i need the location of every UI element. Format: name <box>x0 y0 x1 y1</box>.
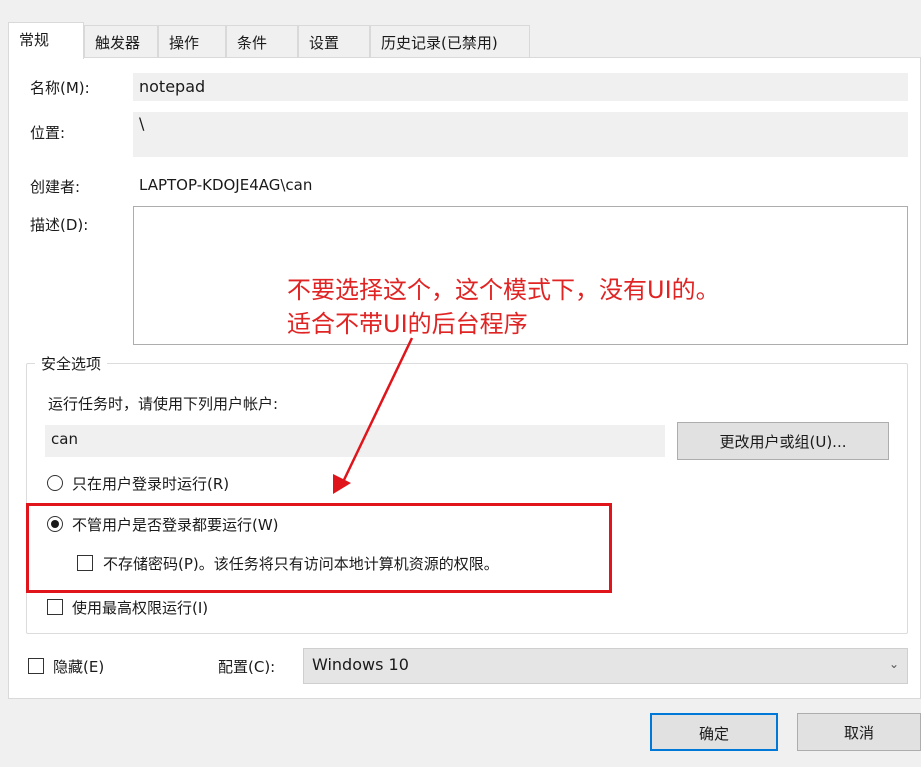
arrow-head <box>333 474 351 494</box>
annotation-arrow <box>333 337 414 494</box>
arrow-shaft <box>341 337 414 483</box>
tab-general[interactable]: 常规 <box>8 22 84 59</box>
